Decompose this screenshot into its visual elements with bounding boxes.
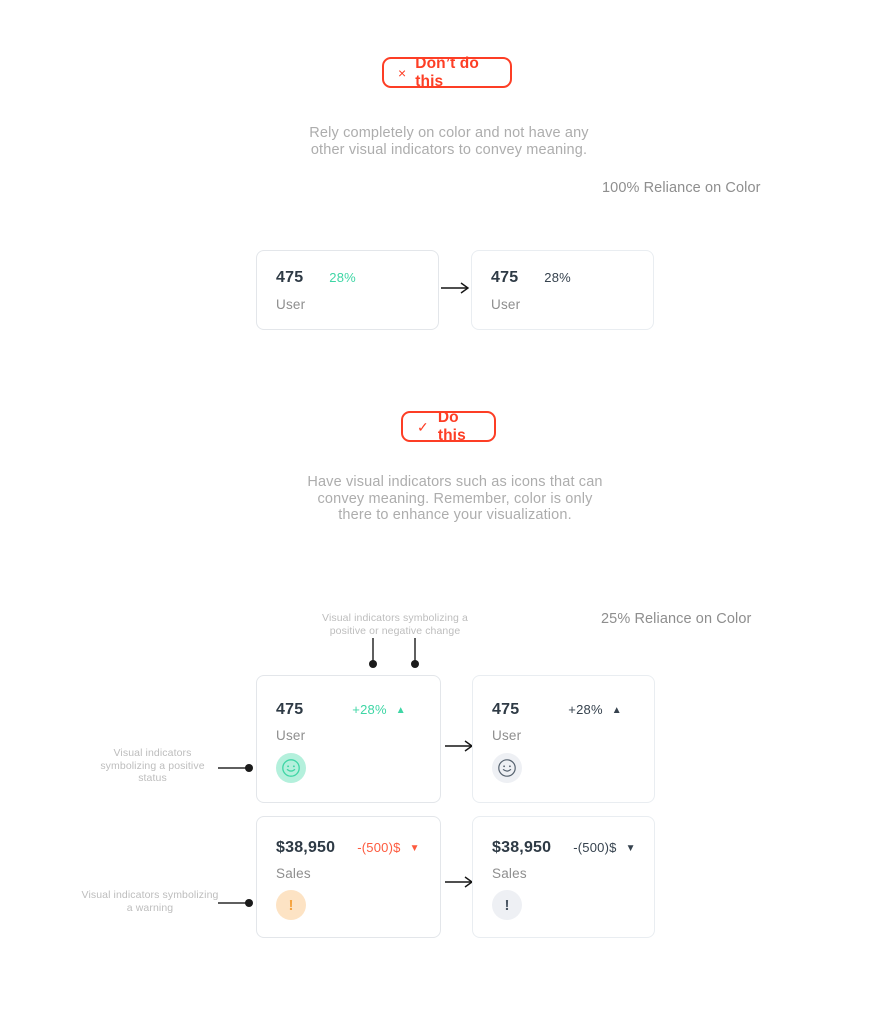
do-user-transform-arrow-icon [445, 740, 474, 752]
triangle-up-icon: ▲ [395, 705, 406, 716]
smiley-face-icon [276, 753, 306, 783]
dont-card-right: 475 28% User [471, 250, 654, 330]
exclamation-glyph: ! [504, 896, 510, 914]
do-card-user-left-metric-row: 475 +28% ▲ [276, 701, 406, 719]
delta-value: 28% [329, 270, 356, 285]
exclamation-glyph: ! [288, 896, 294, 914]
guidance-canvas: × Don’t do this Rely completely on color… [0, 0, 896, 1036]
metric-label: User [492, 728, 522, 743]
dont-card-right-metric-row: 475 28% [491, 269, 571, 287]
do-badge-label: Do this [437, 408, 466, 444]
do-card-user-right-metric-row: 475 +28% ▲ [492, 701, 622, 719]
metric-value: 475 [276, 269, 304, 286]
do-card-sales-left: $38,950 -(500)$ ▼ Sales ! [256, 816, 441, 938]
callout-warning-status: Visual indicators symbolizing a warning [81, 889, 219, 914]
callout-change-indicators: Visual indicators symbolizing a positive… [322, 612, 468, 637]
warning-exclamation-icon: ! [492, 890, 522, 920]
dont-badge-label: Don’t do this [415, 54, 479, 90]
metric-label: User [491, 297, 521, 312]
close-icon: × [398, 64, 407, 81]
triangle-down-icon: ▼ [409, 843, 420, 854]
do-card-sales-right-metric-row: $38,950 -(500)$ ▼ [492, 839, 635, 857]
callout-positive-status: Visual indicators symbolizing a positive… [100, 747, 205, 784]
dont-transform-arrow-icon [441, 282, 470, 294]
dont-reliance-label: 100% Reliance on Color [602, 180, 761, 196]
triangle-down-icon: ▼ [625, 843, 636, 854]
metric-label: User [276, 728, 306, 743]
metric-label: Sales [492, 866, 527, 881]
smiley-face-icon [492, 753, 522, 783]
warning-exclamation-icon: ! [276, 890, 306, 920]
metric-label: Sales [276, 866, 311, 881]
do-card-sales-left-metric-row: $38,950 -(500)$ ▼ [276, 839, 419, 857]
metric-value: 475 [491, 269, 519, 286]
do-this-badge: ✓ Do this [401, 408, 496, 444]
do-description: Have visual indicators such as icons tha… [307, 474, 603, 523]
dont-card-left: 475 28% User [256, 250, 439, 330]
delta-value: -(500)$ [573, 840, 617, 855]
callout-warning-leader-line [218, 899, 253, 907]
metric-value: 475 [492, 701, 520, 718]
check-icon: ✓ [417, 418, 429, 435]
dont-do-this-badge: × Don’t do this [382, 54, 512, 90]
metric-label: User [276, 297, 306, 312]
dont-description: Rely completely on color and not have an… [309, 125, 589, 158]
delta-value: +28% [568, 702, 603, 717]
do-reliance-label: 25% Reliance on Color [601, 611, 752, 627]
metric-value: 475 [276, 701, 304, 718]
callout-positive-leader-line [218, 764, 253, 772]
delta-value: 28% [544, 270, 571, 285]
triangle-up-icon: ▲ [611, 705, 622, 716]
do-card-user-left: 475 +28% ▲ User [256, 675, 441, 803]
delta-value: +28% [352, 702, 387, 717]
do-sales-transform-arrow-icon [445, 876, 474, 888]
do-card-user-right: 475 +28% ▲ User [472, 675, 655, 803]
do-card-sales-right: $38,950 -(500)$ ▼ Sales ! [472, 816, 655, 938]
delta-value: -(500)$ [357, 840, 401, 855]
metric-value: $38,950 [276, 839, 336, 856]
dont-card-left-metric-row: 475 28% [276, 269, 356, 287]
metric-value: $38,950 [492, 839, 552, 856]
callout-change-leader-lines [369, 638, 419, 668]
